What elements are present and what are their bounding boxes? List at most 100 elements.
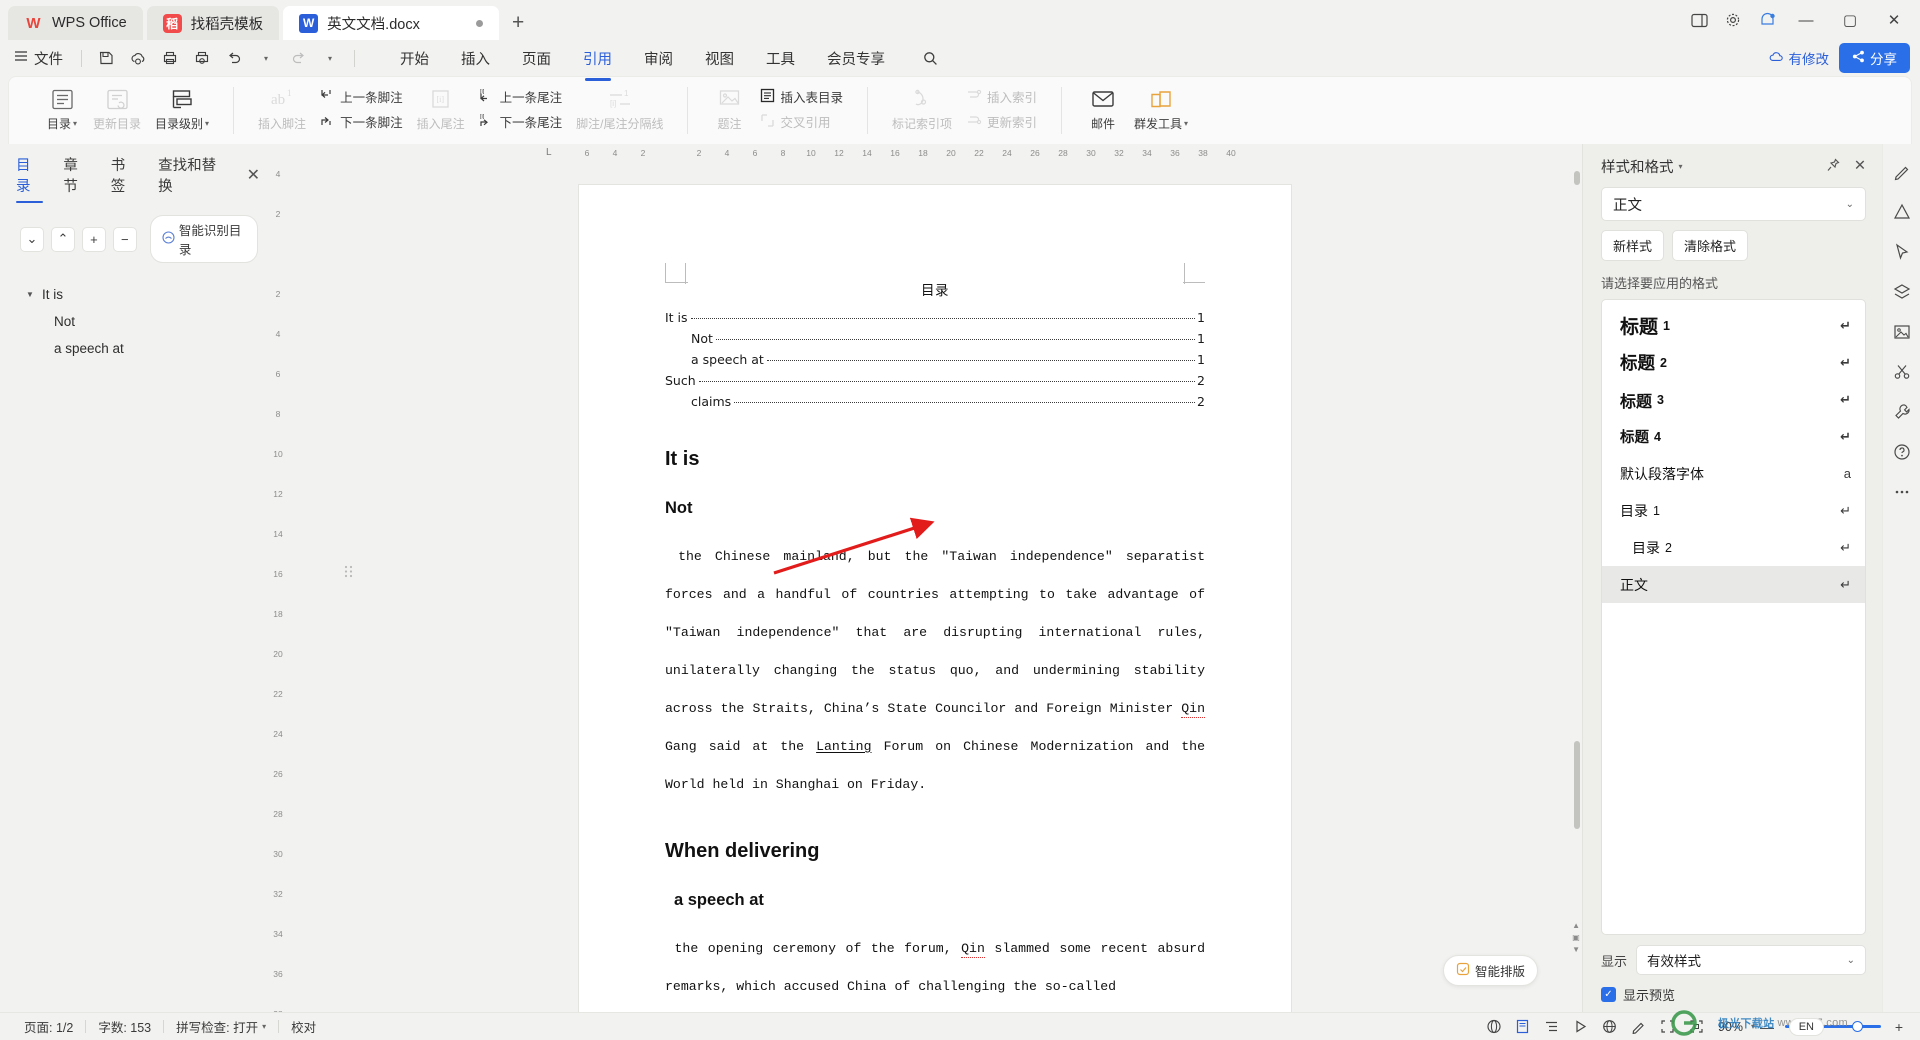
- web-layout-icon[interactable]: [1481, 1016, 1507, 1038]
- style-list[interactable]: 标题 1 ↵ 标题 2 ↵ 标题 3 ↵ 标题 4 ↵ 默认段落字体 a 目录 …: [1601, 299, 1866, 935]
- pin-icon[interactable]: [1826, 157, 1840, 176]
- ribbon-tab-insert[interactable]: 插入: [445, 44, 506, 73]
- document-paragraph-1[interactable]: the Chinese mainland, but the "Taiwan in…: [665, 538, 1205, 804]
- toc-entry[interactable]: claims 2: [665, 391, 1205, 412]
- next-endnote-button[interactable]: [i] 下一条尾注: [473, 110, 569, 133]
- nav-tree-item-1[interactable]: ▼ It is: [24, 281, 258, 308]
- minus-icon[interactable]: −: [112, 226, 137, 252]
- current-style-select[interactable]: 正文 ⌄: [1601, 187, 1866, 221]
- cursor-icon[interactable]: [1890, 240, 1914, 264]
- toc-button[interactable]: 目录 ▾: [39, 81, 85, 132]
- tab-wps-office[interactable]: W WPS Office: [8, 6, 143, 40]
- prev-endnote-button[interactable]: [i] 上一条尾注: [473, 85, 569, 108]
- zoom-knob[interactable]: [1852, 1021, 1864, 1032]
- toc-entry[interactable]: a speech at 1: [665, 349, 1205, 370]
- nav-tab-bookmark[interactable]: 书签: [111, 154, 138, 203]
- document-vertical-scrollbar[interactable]: [1572, 161, 1582, 1012]
- document-paragraph-2[interactable]: the opening ceremony of the forum, Qin s…: [665, 930, 1205, 1006]
- style-item-toc-2[interactable]: 目录 2 ↵: [1602, 529, 1865, 566]
- ime-indicator[interactable]: EN: [1788, 1018, 1824, 1036]
- more-commands-icon[interactable]: ▾: [315, 45, 345, 71]
- style-item-heading-3[interactable]: 标题 3 ↵: [1602, 381, 1865, 418]
- reading-icon[interactable]: [1568, 1016, 1594, 1038]
- close-icon[interactable]: ✕: [1854, 158, 1866, 176]
- ribbon-tab-tools[interactable]: 工具: [750, 44, 811, 73]
- scissors-icon[interactable]: [1890, 360, 1914, 384]
- more-dots-icon[interactable]: [1890, 480, 1914, 504]
- chevron-up-icon[interactable]: ⌃: [50, 226, 75, 252]
- update-index-button[interactable]: 更新索引: [960, 110, 1043, 133]
- nav-tab-toc[interactable]: 目录: [16, 154, 44, 203]
- pen-edit-icon[interactable]: [1890, 160, 1914, 184]
- scrollbar-thumb-top[interactable]: [1574, 171, 1580, 185]
- chevron-down-icon[interactable]: ⌄: [20, 226, 44, 252]
- clear-format-button[interactable]: 清除格式: [1672, 230, 1749, 261]
- tab-document-active[interactable]: W 英文文档.docx: [283, 6, 500, 40]
- ribbon-tab-member[interactable]: 会员专享: [811, 44, 901, 73]
- page-up-icon[interactable]: ▲: [1572, 921, 1580, 930]
- layers-icon[interactable]: [1890, 280, 1914, 304]
- insert-table-of-figures-button[interactable]: 插入表目录: [754, 85, 849, 108]
- prev-footnote-button[interactable]: 上一条脚注: [314, 85, 409, 108]
- style-item-toc-1[interactable]: 目录 1 ↵: [1602, 492, 1865, 529]
- proofread-button[interactable]: 校对: [279, 1017, 328, 1036]
- nav-tree-item-3[interactable]: a speech at: [24, 335, 258, 362]
- pen-icon[interactable]: [1626, 1016, 1652, 1038]
- ribbon-tab-start[interactable]: 开始: [384, 44, 445, 73]
- globe-icon[interactable]: [1597, 1016, 1623, 1038]
- toc-entry[interactable]: Such 2: [665, 370, 1205, 391]
- spellcheck-status[interactable]: 拼写检查: 打开 ▾: [164, 1017, 278, 1036]
- vertical-ruler[interactable]: 4 2 2 4 6 8 10 12 14 16 18 20 22 24 26 2…: [268, 161, 288, 1012]
- close-icon[interactable]: ✕: [247, 165, 260, 192]
- plus-icon[interactable]: +: [81, 226, 106, 252]
- new-tab-button[interactable]: +: [503, 8, 533, 38]
- nav-tab-find-replace[interactable]: 查找和替换: [158, 154, 226, 203]
- ribbon-tab-page[interactable]: 页面: [506, 44, 567, 73]
- page-select-icon[interactable]: ▣: [1572, 933, 1580, 942]
- cross-reference-button[interactable]: 交叉引用: [754, 110, 849, 133]
- outline-icon[interactable]: [1539, 1016, 1565, 1038]
- nav-tree-item-2[interactable]: Not: [24, 308, 258, 335]
- settings-gear-icon[interactable]: [1716, 4, 1750, 36]
- chevron-down-icon[interactable]: ▾: [1679, 162, 1683, 171]
- notification-icon[interactable]: [1750, 4, 1784, 36]
- insert-footnote-button[interactable]: ab 1 插入脚注: [252, 81, 312, 132]
- minimize-button[interactable]: —: [1784, 4, 1828, 36]
- scrollbar-thumb[interactable]: [1574, 741, 1580, 829]
- ribbon-tab-reference[interactable]: 引用: [567, 44, 628, 73]
- help-icon[interactable]: [1890, 440, 1914, 464]
- page-layout-icon[interactable]: [1510, 1016, 1536, 1038]
- maximize-button[interactable]: ▢: [1828, 4, 1872, 36]
- page-indicator[interactable]: 页面: 1/2: [12, 1017, 85, 1036]
- print-preview-icon[interactable]: [187, 45, 217, 71]
- style-item-heading-2[interactable]: 标题 2 ↵: [1602, 344, 1865, 381]
- style-item-default-paragraph-font[interactable]: 默认段落字体 a: [1602, 455, 1865, 492]
- triangle-down-icon[interactable]: ▼: [26, 290, 36, 299]
- insert-endnote-button[interactable]: [i] 插入尾注: [411, 81, 471, 132]
- save-status[interactable]: 有修改: [1769, 48, 1829, 68]
- footnote-separator-button[interactable]: 1 [i] 脚注/尾注分隔线: [570, 81, 669, 132]
- smart-recognize-toc-button[interactable]: 智能识别目录: [149, 215, 258, 263]
- save-icon[interactable]: [91, 45, 121, 71]
- style-item-body-text[interactable]: 正文 ↵: [1602, 566, 1865, 603]
- share-button[interactable]: 分享: [1839, 43, 1910, 73]
- close-button[interactable]: ✕: [1872, 4, 1916, 36]
- sidebar-toggle-icon[interactable]: [1682, 4, 1716, 36]
- tab-template-store[interactable]: 稻 找稻壳模板: [146, 6, 280, 40]
- mark-index-entry-button[interactable]: 标记索引项: [886, 81, 958, 132]
- document-page[interactable]: 目录 It is 1 Not 1 a speech at 1 Such 2 cl…: [579, 185, 1291, 1012]
- horizontal-ruler[interactable]: L 6 4 2 2 4 6 8 10 12 14 16 18 20 22 24: [268, 144, 1582, 161]
- file-menu-button[interactable]: 文件: [10, 45, 72, 72]
- ribbon-tab-review[interactable]: 审阅: [628, 44, 689, 73]
- print-icon[interactable]: [155, 45, 185, 71]
- toc-entry[interactable]: Not 1: [665, 328, 1205, 349]
- team-tools-button[interactable]: 群发工具 ▾: [1128, 81, 1194, 132]
- ribbon-tab-view[interactable]: 视图: [689, 44, 750, 73]
- nav-tab-chapter[interactable]: 章节: [63, 154, 90, 203]
- image-icon[interactable]: [1890, 320, 1914, 344]
- insert-index-button[interactable]: 插入索引: [960, 85, 1043, 108]
- page-down-icon[interactable]: ▼: [1572, 945, 1580, 954]
- style-item-heading-4[interactable]: 标题 4 ↵: [1602, 418, 1865, 455]
- zoom-in-button[interactable]: +: [1890, 1019, 1908, 1035]
- toc-entry[interactable]: It is 1: [665, 307, 1205, 328]
